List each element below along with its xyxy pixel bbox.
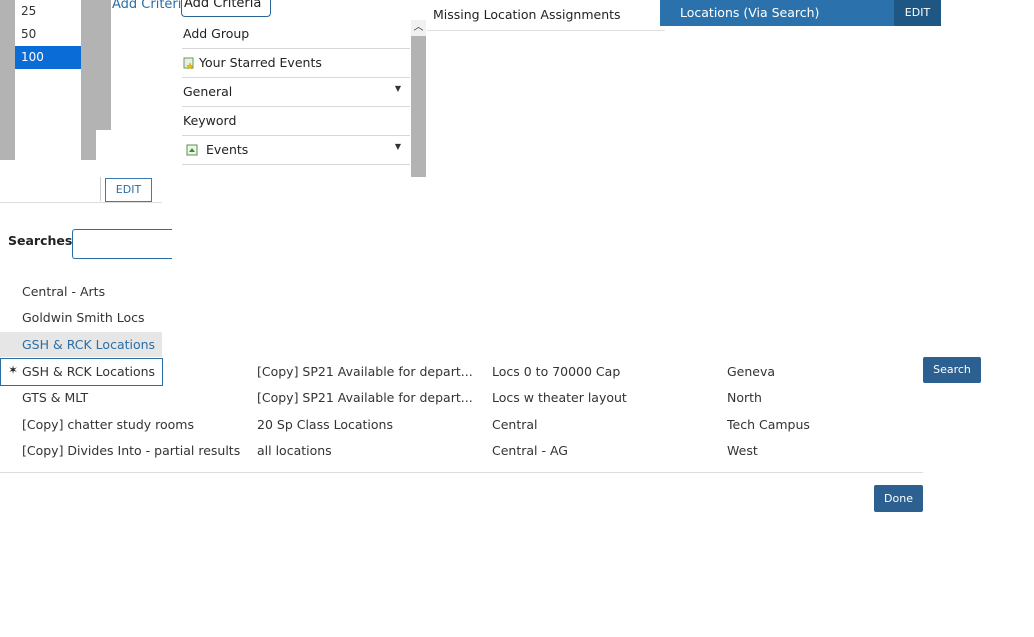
saved-search-item[interactable]: Central xyxy=(492,417,538,432)
menu-item-label: Add Group xyxy=(183,26,250,41)
menu-scrollbar[interactable] xyxy=(411,20,426,177)
saved-search-item[interactable]: Locs w theater layout xyxy=(492,390,627,405)
saved-search-item[interactable]: Locs 0 to 70000 Cap xyxy=(492,364,620,379)
edit-button[interactable]: EDIT xyxy=(105,178,152,202)
add-criteria-button[interactable]: Add Criteria xyxy=(181,0,271,17)
searches-label: Searches xyxy=(8,233,73,248)
menu-item-label: General xyxy=(183,84,233,99)
saved-search-item[interactable]: [Copy] SP21 Available for depart... xyxy=(257,364,473,379)
saved-search-item[interactable]: [Copy] SP21 Available for depart... xyxy=(257,390,473,405)
page-size-option-50[interactable]: 50 xyxy=(15,23,81,46)
divider xyxy=(0,472,923,473)
page-size-listbox[interactable]: 25 50 100 xyxy=(15,0,81,160)
page-size-option-25[interactable]: 25 xyxy=(15,0,81,23)
menu-item-general[interactable]: General ▼ xyxy=(182,78,410,107)
locations-via-search-tab[interactable]: Locations (Via Search) xyxy=(660,0,914,26)
scroll-up-arrow-icon[interactable]: ︿ xyxy=(411,20,426,36)
missing-location-assignments[interactable]: Missing Location Assignments xyxy=(427,0,665,31)
menu-item-add-group[interactable]: Add Group xyxy=(182,20,410,49)
scrollbar-left xyxy=(0,0,15,160)
saved-search-item-hovered[interactable]: GSH & RCK Locations xyxy=(22,337,155,352)
add-criteria-link[interactable]: Add Criteria xyxy=(112,0,189,12)
saved-search-item[interactable]: Goldwin Smith Locs xyxy=(22,310,145,325)
menu-item-label: Your Starred Events xyxy=(199,55,322,70)
saved-search-item[interactable]: North xyxy=(727,390,762,405)
saved-search-item[interactable]: GTS & MLT xyxy=(22,390,88,405)
criteria-menu: Add Group Your Starred Events General ▼ … xyxy=(182,20,410,165)
search-button[interactable]: Search xyxy=(923,357,981,383)
locations-edit-button[interactable]: EDIT xyxy=(894,0,941,26)
caret-down-icon: ▼ xyxy=(394,84,401,93)
saved-search-item[interactable]: all locations xyxy=(257,443,332,458)
saved-search-item[interactable]: Tech Campus xyxy=(727,417,810,432)
menu-item-label: Keyword xyxy=(183,113,237,128)
searches-input[interactable] xyxy=(72,229,172,259)
scrollbar-track-secondary xyxy=(96,0,111,130)
starred-events-icon xyxy=(183,57,195,69)
saved-search-item[interactable]: [Copy] Divides Into - partial results xyxy=(22,443,240,458)
caret-down-icon: ▼ xyxy=(394,142,401,151)
saved-search-item-selected[interactable]: GSH & RCK Locations xyxy=(22,364,155,379)
events-icon xyxy=(186,144,198,156)
divider xyxy=(100,177,101,201)
scrollbar-track[interactable] xyxy=(81,0,96,160)
menu-item-keyword[interactable]: Keyword xyxy=(182,107,410,136)
menu-item-label: Events xyxy=(206,142,249,157)
done-button[interactable]: Done xyxy=(874,485,923,512)
saved-search-item[interactable]: Central - Arts xyxy=(22,284,105,299)
menu-item-starred-events[interactable]: Your Starred Events xyxy=(182,49,410,78)
page-size-option-100[interactable]: 100 xyxy=(15,46,81,69)
saved-search-item[interactable]: Geneva xyxy=(727,364,775,379)
saved-search-item[interactable]: Central - AG xyxy=(492,443,568,458)
selected-star-icon: ✶ xyxy=(8,363,19,377)
saved-search-item[interactable]: [Copy] chatter study rooms xyxy=(22,417,194,432)
saved-search-item[interactable]: West xyxy=(727,443,758,458)
menu-item-events[interactable]: Events ▼ xyxy=(182,136,410,165)
saved-search-item[interactable]: 20 Sp Class Locations xyxy=(257,417,393,432)
